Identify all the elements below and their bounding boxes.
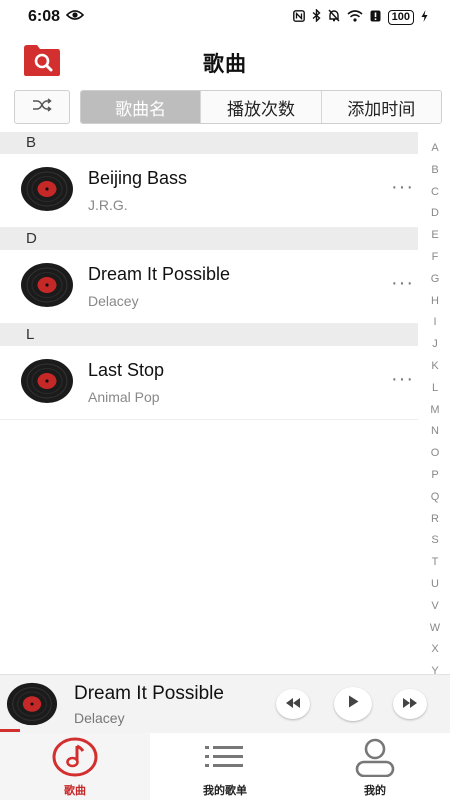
shuffle-button[interactable] (14, 90, 70, 124)
song-title: Beijing Bass (88, 168, 188, 188)
sort-tab-date-added[interactable]: 添加时间 (320, 91, 441, 123)
sort-bar: 歌曲名 播放次数 添加时间 (0, 90, 450, 128)
vinyl-disc-icon (20, 166, 74, 212)
eye-icon (65, 8, 85, 26)
section-header-l: L (0, 324, 418, 346)
fast-forward-icon (403, 695, 417, 713)
index-letter[interactable]: I (433, 312, 436, 334)
song-list: B Beijing Bass J.R.G. ··· D Dream It Pos… (0, 132, 418, 420)
playback-progress (0, 729, 20, 732)
index-letter[interactable]: Q (431, 487, 440, 509)
vinyl-disc-icon (20, 262, 74, 308)
now-playing-disc-icon (6, 681, 58, 727)
index-letter[interactable]: H (431, 291, 439, 313)
index-letter[interactable]: G (431, 269, 440, 291)
play-button[interactable] (334, 687, 372, 721)
song-artist: Animal Pop (88, 389, 160, 405)
mini-player[interactable]: Dream It Possible Delacey (0, 674, 450, 733)
song-row[interactable]: Beijing Bass J.R.G. ··· (0, 154, 418, 228)
index-letter[interactable]: T (432, 552, 439, 574)
bottom-nav: 歌曲 我的歌单 我的 (0, 733, 450, 800)
index-letter[interactable]: P (431, 465, 438, 487)
app-bar: 歌曲 (0, 40, 450, 84)
index-letter[interactable]: B (431, 160, 438, 182)
index-letter[interactable]: O (431, 443, 440, 465)
now-playing-title: Dream It Possible (74, 683, 224, 704)
sort-segment: 歌曲名 播放次数 添加时间 (80, 90, 442, 124)
index-letter[interactable]: S (431, 530, 438, 552)
mute-icon (328, 9, 340, 25)
index-letter[interactable]: W (430, 618, 440, 640)
sort-tab-play-count[interactable]: 播放次数 (200, 91, 321, 123)
more-options-icon[interactable]: ··· (391, 368, 414, 391)
index-letter[interactable]: C (431, 182, 439, 204)
index-letter[interactable]: A (431, 138, 438, 160)
play-icon (348, 695, 359, 713)
more-options-icon[interactable]: ··· (391, 176, 414, 199)
song-row[interactable]: Last Stop Animal Pop ··· (0, 346, 418, 420)
song-row[interactable]: Dream It Possible Delacey ··· (0, 250, 418, 324)
index-letter[interactable]: U (431, 574, 439, 596)
index-letter[interactable]: N (431, 421, 439, 443)
nav-tab-songs[interactable]: 歌曲 (0, 733, 150, 800)
index-letter[interactable]: V (431, 596, 438, 618)
bluetooth-icon (312, 8, 321, 25)
playlist-icon (201, 737, 249, 780)
index-letter[interactable]: F (432, 247, 439, 269)
charging-icon (421, 9, 428, 25)
song-title: Dream It Possible (88, 264, 231, 284)
previous-button[interactable] (276, 689, 310, 719)
song-artist: Delacey (88, 293, 139, 309)
shuffle-icon (32, 97, 52, 117)
nav-label: 我的 (364, 785, 386, 797)
index-letter[interactable]: L (432, 378, 438, 400)
next-button[interactable] (393, 689, 427, 719)
alphabet-index[interactable]: ABCDEFGHIJKLMNOPQRSTUVWXY (424, 138, 446, 683)
nfc-icon (292, 9, 305, 25)
music-note-icon (51, 737, 99, 780)
rewind-icon (286, 695, 300, 713)
index-letter[interactable]: E (431, 225, 438, 247)
index-letter[interactable]: R (431, 509, 439, 531)
battery-indicator: 100 (387, 9, 414, 25)
song-title: Last Stop (88, 360, 165, 380)
sort-tab-name[interactable]: 歌曲名 (81, 91, 201, 123)
song-artist: J.R.G. (88, 197, 128, 213)
index-letter[interactable]: J (432, 334, 438, 356)
section-header-d: D (0, 228, 418, 250)
vinyl-disc-icon (20, 358, 74, 404)
index-letter[interactable]: X (431, 639, 438, 661)
section-header-b: B (0, 132, 418, 154)
more-options-icon[interactable]: ··· (391, 272, 414, 295)
status-bar: 6:08 100 (0, 0, 450, 34)
index-letter[interactable]: K (431, 356, 438, 378)
index-letter[interactable]: M (430, 400, 439, 422)
now-playing-artist: Delacey (74, 710, 125, 726)
wifi-icon (347, 9, 363, 25)
profile-icon (351, 737, 399, 780)
page-title: 歌曲 (203, 53, 247, 76)
index-letter[interactable]: D (431, 203, 439, 225)
nav-label: 歌曲 (64, 785, 86, 797)
nav-tab-me[interactable]: 我的 (300, 733, 450, 800)
nav-tab-playlists[interactable]: 我的歌单 (150, 733, 300, 800)
nav-label: 我的歌单 (203, 785, 247, 797)
alert-icon (370, 10, 381, 25)
status-time: 6:08 (28, 8, 61, 25)
